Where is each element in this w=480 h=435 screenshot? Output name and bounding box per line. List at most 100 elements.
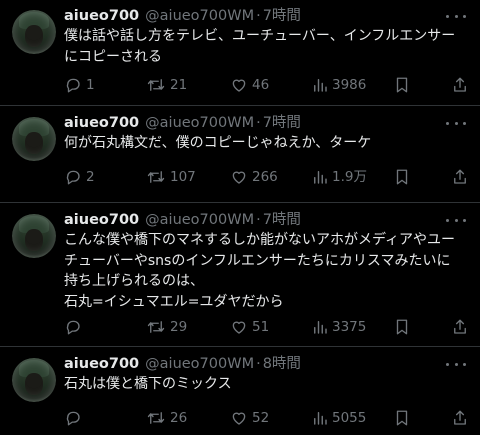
more-icon[interactable] bbox=[446, 8, 466, 24]
action-bar: 29 51 3375 bbox=[64, 317, 468, 337]
tweet-text-line: こんな僕や橋下のマネするしか能がないアホがメディアやユー bbox=[64, 232, 456, 248]
tweet-text-line: 石丸=イシュマエル=ユダヤだから bbox=[64, 293, 284, 310]
bookmark-button[interactable] bbox=[394, 318, 410, 336]
like-count: 51 bbox=[252, 319, 270, 335]
reply-count: 2 bbox=[86, 169, 95, 185]
tweet[interactable]: aiueo700 @aiueo700WM · 8時間 石丸は僕と橋下のミックス … bbox=[0, 348, 480, 435]
tweet-text-line: チューバーやsnsのインフルエンサーたちにカリスマみたいに bbox=[64, 252, 451, 269]
timestamp[interactable]: 7時間 bbox=[263, 210, 301, 230]
bookmark-button[interactable] bbox=[394, 409, 410, 427]
like-icon bbox=[232, 79, 246, 92]
user-handle[interactable]: @aiueo700WM bbox=[145, 354, 254, 374]
tweet-text: 僕は話や話し方をテレビ、ユーチューバー、インフルエンサー にコピーされる bbox=[64, 26, 472, 67]
more-icon[interactable] bbox=[446, 356, 466, 372]
like-icon bbox=[232, 321, 246, 334]
reply-button[interactable] bbox=[64, 318, 86, 336]
avatar[interactable] bbox=[12, 358, 56, 402]
tweet[interactable]: aiueo700 @aiueo700WM · 7時間 僕は話や話し方をテレビ、ユ… bbox=[0, 0, 480, 106]
like-count: 52 bbox=[252, 410, 270, 426]
tweet-header: aiueo700 @aiueo700WM · 7時間 bbox=[64, 210, 301, 230]
like-button[interactable]: 52 bbox=[230, 408, 269, 428]
share-button[interactable] bbox=[452, 409, 468, 427]
more-icon[interactable] bbox=[446, 115, 466, 131]
views-count: 3375 bbox=[332, 319, 367, 335]
retweet-button[interactable]: 107 bbox=[146, 167, 196, 187]
bookmark-button[interactable] bbox=[394, 168, 410, 186]
retweet-button[interactable]: 26 bbox=[146, 408, 187, 428]
retweet-count: 21 bbox=[170, 77, 188, 93]
share-icon bbox=[454, 169, 466, 184]
more-icon[interactable] bbox=[446, 212, 466, 228]
share-button[interactable] bbox=[452, 168, 468, 186]
like-count: 46 bbox=[252, 77, 270, 93]
like-icon bbox=[232, 412, 246, 425]
retweet-icon bbox=[147, 412, 165, 424]
retweet-count: 107 bbox=[170, 169, 196, 185]
views-button[interactable]: 3375 bbox=[312, 317, 366, 337]
separator: · bbox=[256, 8, 261, 24]
avatar[interactable] bbox=[12, 10, 56, 54]
display-name[interactable]: aiueo700 bbox=[64, 210, 139, 230]
reply-icon bbox=[66, 320, 80, 335]
reply-icon bbox=[66, 78, 80, 93]
reply-button[interactable] bbox=[64, 409, 86, 427]
like-button[interactable]: 51 bbox=[230, 317, 269, 337]
bookmark-icon bbox=[396, 410, 408, 426]
like-icon bbox=[232, 171, 246, 184]
tweet-text-line: 持ち上げられるのは、 bbox=[64, 273, 204, 289]
like-button[interactable]: 266 bbox=[230, 167, 278, 187]
timeline-feed: aiueo700 @aiueo700WM · 7時間 僕は話や話し方をテレビ、ユ… bbox=[0, 0, 480, 435]
reply-count: 1 bbox=[86, 77, 95, 93]
like-button[interactable]: 46 bbox=[230, 75, 269, 95]
timestamp[interactable]: 7時間 bbox=[263, 113, 301, 133]
bookmark-icon bbox=[396, 319, 408, 335]
views-count: 5055 bbox=[332, 410, 367, 426]
avatar[interactable] bbox=[12, 117, 56, 161]
tweet-header: aiueo700 @aiueo700WM · 8時間 bbox=[64, 354, 301, 374]
retweet-icon bbox=[147, 171, 165, 183]
display-name[interactable]: aiueo700 bbox=[64, 6, 139, 26]
views-button[interactable]: 1.9万 bbox=[312, 167, 367, 187]
share-icon bbox=[454, 410, 466, 425]
tweet-text-line: 何が石丸構文だ、僕のコピーじゃねえか、ターケ bbox=[64, 135, 372, 151]
tweet-header: aiueo700 @aiueo700WM · 7時間 bbox=[64, 6, 301, 26]
avatar[interactable] bbox=[12, 214, 56, 258]
reply-button[interactable]: 1 bbox=[64, 75, 95, 95]
views-button[interactable]: 3986 bbox=[312, 75, 366, 95]
views-icon bbox=[314, 79, 327, 92]
retweet-icon bbox=[147, 79, 165, 91]
share-icon bbox=[454, 77, 466, 92]
tweet-text-line: にコピーされる bbox=[64, 48, 162, 65]
action-bar: 1 21 46 3986 bbox=[64, 75, 468, 95]
views-count: 3986 bbox=[332, 77, 367, 93]
timestamp[interactable]: 8時間 bbox=[263, 354, 301, 374]
tweet-text-line: 僕は話や話し方をテレビ、ユーチューバー、インフルエンサー bbox=[64, 28, 456, 44]
share-button[interactable] bbox=[452, 318, 468, 336]
tweet-header: aiueo700 @aiueo700WM · 7時間 bbox=[64, 113, 301, 133]
tweet-text: 石丸は僕と橋下のミックス bbox=[64, 374, 472, 395]
retweet-button[interactable]: 21 bbox=[146, 75, 187, 95]
views-icon bbox=[314, 412, 327, 425]
user-handle[interactable]: @aiueo700WM bbox=[145, 210, 254, 230]
bookmark-icon bbox=[396, 77, 408, 93]
bookmark-button[interactable] bbox=[394, 76, 410, 94]
views-icon bbox=[314, 171, 327, 184]
retweet-count: 26 bbox=[170, 410, 188, 426]
display-name[interactable]: aiueo700 bbox=[64, 354, 139, 374]
user-handle[interactable]: @aiueo700WM bbox=[145, 6, 254, 26]
action-bar: 2 107 266 1.9万 bbox=[64, 167, 468, 187]
share-icon bbox=[454, 319, 466, 334]
share-button[interactable] bbox=[452, 76, 468, 94]
display-name[interactable]: aiueo700 bbox=[64, 113, 139, 133]
tweet[interactable]: aiueo700 @aiueo700WM · 7時間 何が石丸構文だ、僕のコピー… bbox=[0, 107, 480, 203]
retweet-button[interactable]: 29 bbox=[146, 317, 187, 337]
views-icon bbox=[314, 321, 327, 334]
reply-button[interactable]: 2 bbox=[64, 167, 95, 187]
user-handle[interactable]: @aiueo700WM bbox=[145, 113, 254, 133]
tweet[interactable]: aiueo700 @aiueo700WM · 7時間 こんな僕や橋下のマネするし… bbox=[0, 204, 480, 347]
timestamp[interactable]: 7時間 bbox=[263, 6, 301, 26]
separator: · bbox=[256, 115, 261, 131]
views-button[interactable]: 5055 bbox=[312, 408, 366, 428]
reply-icon bbox=[66, 170, 80, 185]
reply-icon bbox=[66, 411, 80, 426]
